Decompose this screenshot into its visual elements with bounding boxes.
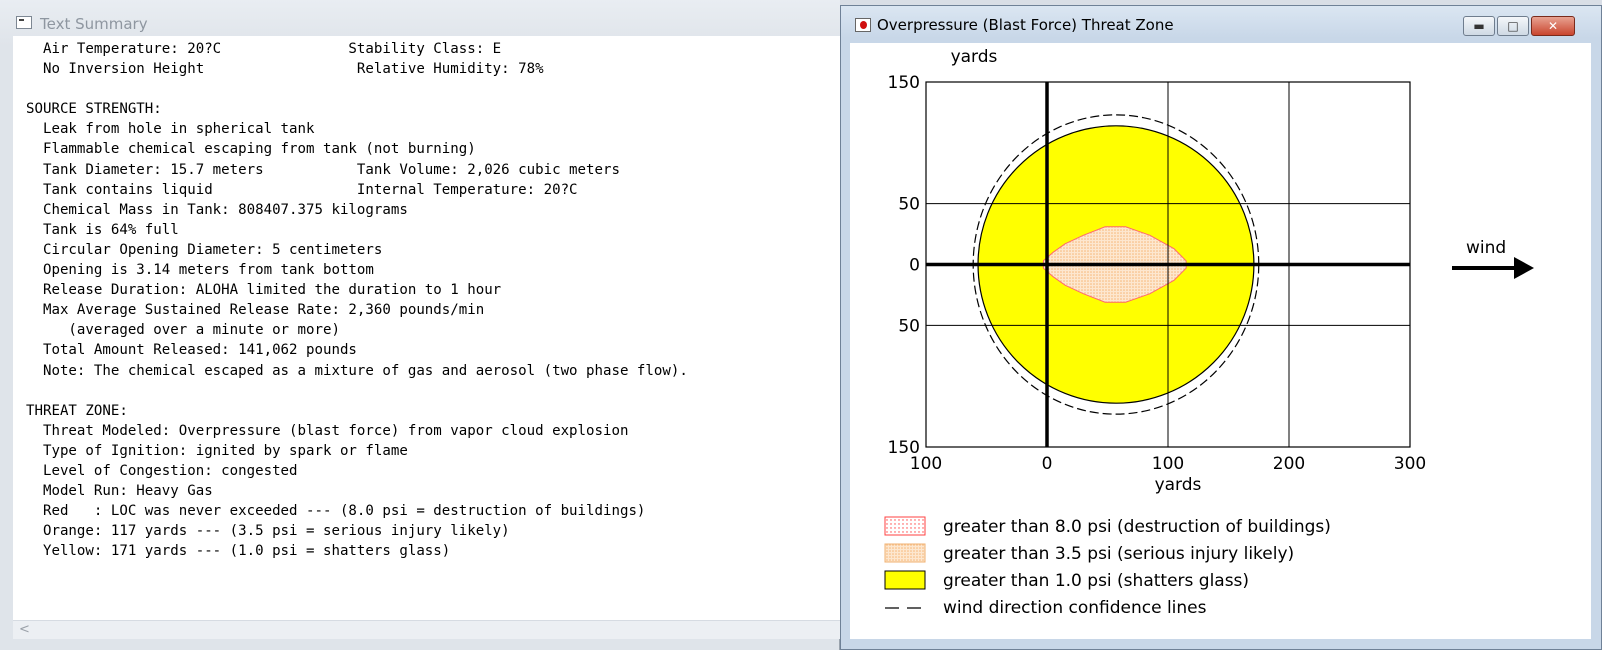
summary-line: No Inversion Height Relative Humidity: 7… bbox=[42, 61, 544, 78]
legend-label: wind direction confidence lines bbox=[943, 598, 1207, 618]
window-title: Text Summary bbox=[40, 15, 148, 33]
summary-line: Note: The chemical escaped as a mixture … bbox=[42, 362, 688, 379]
legend-swatch-yellow bbox=[884, 570, 926, 590]
summary-line: Air Temperature: 20?C Stability Class: E bbox=[42, 41, 502, 57]
x-tick-label: 0 bbox=[1042, 454, 1053, 474]
summary-line: Total Amount Released: 141,062 pounds bbox=[42, 342, 357, 359]
summary-line: SOURCE STRENGTH: bbox=[26, 101, 162, 118]
x-tick-label: 200 bbox=[1273, 454, 1305, 474]
threat-zone-titlebar[interactable]: Overpressure (Blast Force) Threat Zone ▬… bbox=[841, 6, 1601, 38]
summary-line: (averaged over a minute or more) bbox=[68, 322, 340, 339]
legend-label: greater than 8.0 psi (destruction of bui… bbox=[943, 517, 1331, 537]
summary-text-pane[interactable]: Air Temperature: 20?C Stability Class: E… bbox=[13, 36, 840, 620]
x-tick-label: 100 bbox=[1152, 454, 1184, 474]
summary-text: Air Temperature: 20?C Stability Class: E… bbox=[26, 39, 688, 561]
summary-line: Release Duration: ALOHA limited the dura… bbox=[42, 282, 502, 299]
wind-arrow-icon bbox=[1514, 257, 1534, 279]
summary-line: Tank contains liquid Internal Temperatur… bbox=[42, 181, 578, 198]
x-axis-title: yards bbox=[1155, 475, 1202, 495]
y-tick-label: 50 bbox=[898, 195, 920, 215]
summary-line: Chemical Mass in Tank: 808407.375 kilogr… bbox=[42, 201, 408, 218]
close-icon: ✕ bbox=[1547, 19, 1559, 33]
legend-swatch-red bbox=[884, 516, 926, 536]
summary-line: Leak from hole in spherical tank bbox=[42, 121, 315, 138]
summary-line: Max Average Sustained Release Rate: 2,36… bbox=[42, 302, 485, 319]
summary-line: Red : LOC was never exceeded --- (8.0 ps… bbox=[42, 503, 646, 520]
x-tick-label: 300 bbox=[1394, 454, 1426, 474]
y-tick-label: 0 bbox=[909, 256, 920, 276]
summary-line: Tank is 64% full bbox=[42, 221, 179, 238]
maximize-icon: □ bbox=[1507, 19, 1519, 33]
window-icon bbox=[16, 16, 32, 29]
minimize-button[interactable]: ▬ bbox=[1463, 16, 1495, 36]
legend-swatch-orange bbox=[884, 543, 926, 563]
y-tick-label: 150 bbox=[888, 73, 920, 93]
summary-line: Opening is 3.14 meters from tank bottom bbox=[42, 262, 374, 279]
wind-label: wind bbox=[1466, 238, 1506, 258]
threat-zone-window: Overpressure (Blast Force) Threat Zone ▬… bbox=[840, 5, 1602, 650]
y-tick-label: 150 bbox=[888, 438, 920, 458]
summary-line: Type of Ignition: ignited by spark or fl… bbox=[42, 442, 408, 459]
threat-zone-chart: 100 0 100 200 30015050050150yardsyardswindgr… bbox=[884, 47, 1534, 618]
summary-line: Threat Modeled: Overpressure (blast forc… bbox=[42, 422, 629, 439]
summary-line: Flammable chemical escaping from tank (n… bbox=[42, 141, 476, 158]
legend-label: greater than 1.0 psi (shatters glass) bbox=[943, 571, 1249, 591]
summary-line: Model Run: Heavy Gas bbox=[42, 483, 213, 500]
window-title: Overpressure (Blast Force) Threat Zone bbox=[877, 16, 1174, 34]
horizontal-scrollbar[interactable]: < bbox=[13, 620, 840, 639]
threat-zone-plot-area: 100 0 100 200 300 150 50 0 50 150 yards yards wind gr… bbox=[850, 43, 1591, 639]
y-tick-label: 50 bbox=[898, 316, 920, 336]
close-button[interactable]: ✕ bbox=[1531, 16, 1575, 36]
summary-line: Tank Diameter: 15.7 meters Tank Volume: … bbox=[42, 161, 620, 178]
minimize-icon: ▬ bbox=[1473, 19, 1485, 33]
summary-line: Orange: 117 yards --- (3.5 psi = serious… bbox=[42, 523, 510, 540]
maximize-button[interactable]: □ bbox=[1497, 16, 1529, 36]
text-summary-window: Text Summary Air Temperature: 20?C Stabi… bbox=[0, 0, 840, 650]
y-axis-title: yards bbox=[951, 47, 998, 67]
chevron-left-icon[interactable]: < bbox=[19, 622, 30, 637]
aloha-app-icon bbox=[855, 18, 871, 32]
legend-label: greater than 3.5 psi (serious injury lik… bbox=[943, 544, 1294, 564]
summary-line: Level of Congestion: congested bbox=[42, 462, 298, 479]
summary-line: THREAT ZONE: bbox=[26, 402, 128, 419]
summary-line: Circular Opening Diameter: 5 centimeters bbox=[42, 241, 383, 258]
summary-line: Yellow: 171 yards --- (1.0 psi = shatter… bbox=[26, 543, 451, 560]
